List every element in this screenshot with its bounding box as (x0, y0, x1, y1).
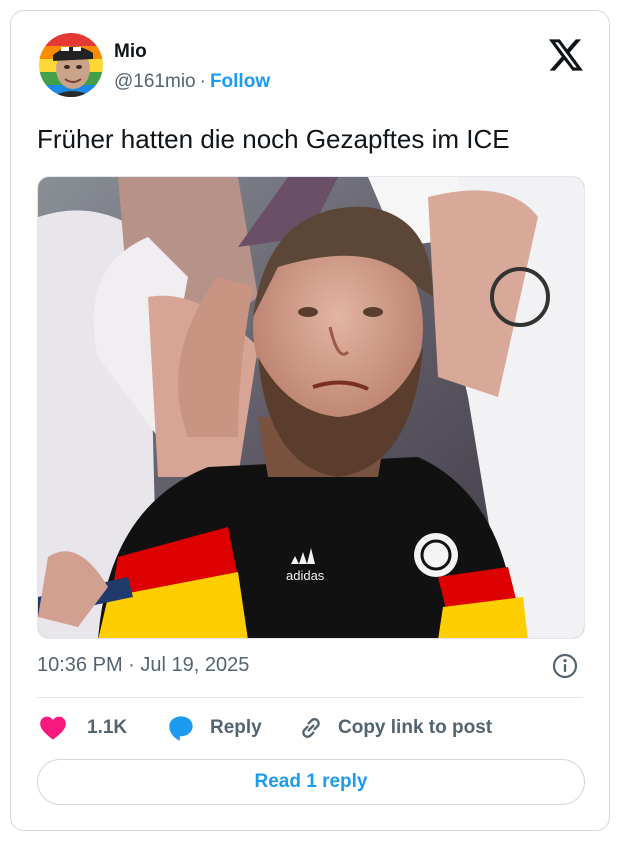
divider (37, 697, 583, 698)
tweet-timestamp[interactable]: 10:36 PM · Jul 19, 2025 (37, 654, 249, 677)
copy-link-button[interactable]: Copy link to post (297, 711, 492, 745)
heart-icon (40, 716, 66, 740)
x-logo-icon[interactable] (549, 39, 583, 71)
tweet-text: Früher hatten die noch Gezapftes im ICE (37, 124, 510, 154)
jacket-brand-text: adidas (286, 568, 325, 583)
tweet-image[interactable]: adidas (37, 176, 585, 639)
author-handle[interactable]: @161mio (114, 71, 196, 92)
separator: · (199, 71, 206, 92)
link-icon (302, 718, 320, 738)
reply-bubble-icon (169, 716, 193, 741)
reply-button[interactable]: Reply (167, 711, 262, 745)
read-replies-label: Read 1 reply (254, 771, 368, 792)
tweet-card: Mio @161mio · Follow Früher hatten die noc… (10, 10, 610, 831)
like-count: 1.1K (87, 717, 128, 738)
reply-label: Reply (210, 717, 262, 738)
author-name[interactable]: Mio (114, 41, 147, 63)
info-icon[interactable] (551, 652, 579, 680)
follow-button[interactable]: Follow (210, 71, 270, 92)
avatar[interactable] (39, 33, 103, 97)
like-button[interactable]: 1.1K (39, 711, 127, 745)
handle-row: @161mio · Follow (114, 71, 270, 93)
copy-link-label: Copy link to post (338, 717, 493, 738)
action-bar: 1.1K Reply Copy link to post (39, 711, 599, 745)
read-replies-button[interactable]: Read 1 reply (37, 759, 585, 805)
